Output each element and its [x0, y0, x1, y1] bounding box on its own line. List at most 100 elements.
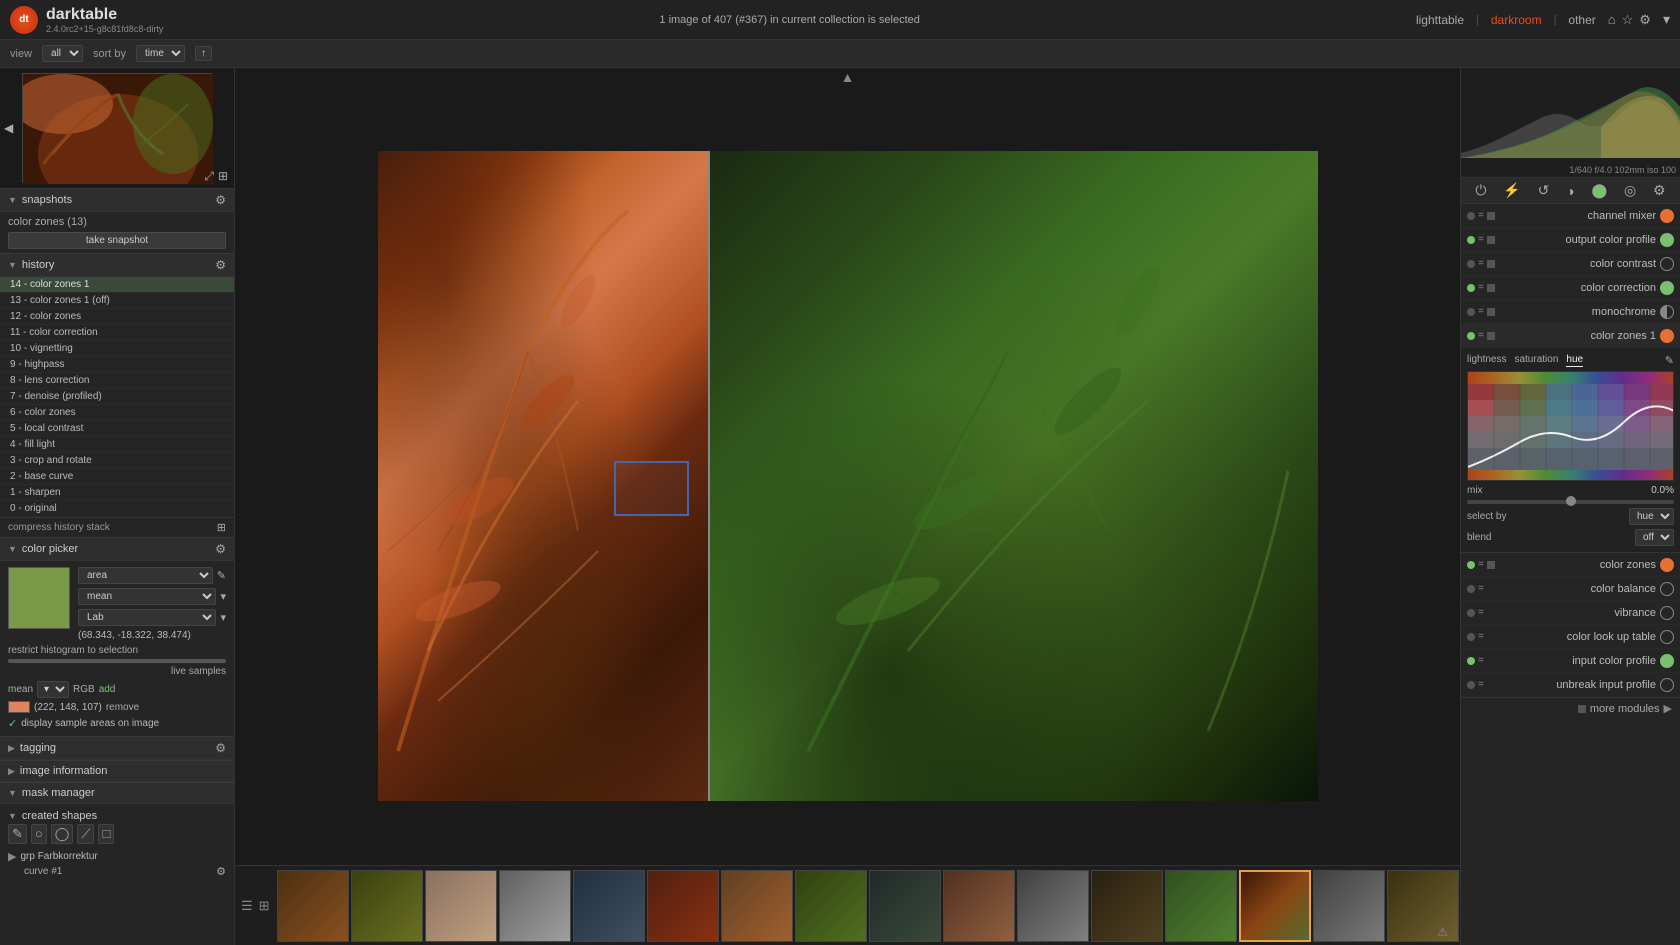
module-enable-dot[interactable]	[1467, 212, 1475, 220]
module-enable-dot[interactable]	[1467, 260, 1475, 268]
cz-blend-select[interactable]: off	[1635, 529, 1674, 546]
film-thumb[interactable]	[943, 870, 1015, 942]
module-enable-dot[interactable]	[1467, 633, 1475, 641]
mask-group-expand[interactable]: ▶	[8, 850, 16, 863]
history-item[interactable]: 3 - crop and rotate	[0, 453, 234, 469]
history-item[interactable]: 11 - color correction	[0, 325, 234, 341]
correct-icon[interactable]: ◑	[1566, 183, 1574, 199]
history-header[interactable]: ▼ history ⚙	[0, 253, 234, 277]
filmstrip-zoom-icon[interactable]: ⊞	[259, 898, 270, 914]
cz-selectby-select[interactable]: hue	[1629, 508, 1674, 525]
snapshots-settings-icon[interactable]: ⚙	[215, 193, 226, 207]
view-select[interactable]: all	[42, 45, 83, 62]
module-reset-sq[interactable]	[1487, 308, 1495, 316]
history-item[interactable]: 1 - sharpen	[0, 485, 234, 501]
module-badge[interactable]	[1660, 606, 1674, 620]
module-reset-sq[interactable]	[1487, 284, 1495, 292]
module-presets-icon[interactable]: =	[1478, 559, 1484, 570]
nav-darkroom[interactable]: darkroom	[1491, 13, 1542, 27]
film-thumb-active[interactable]	[1239, 870, 1311, 942]
module-enable-dot[interactable]	[1467, 308, 1475, 316]
lab-dropdown-icon[interactable]: ▾	[220, 611, 226, 624]
module-presets-icon[interactable]: =	[1478, 282, 1484, 293]
module-reset-sq[interactable]	[1487, 260, 1495, 268]
module-enable-dot[interactable]	[1467, 332, 1475, 340]
module-enable-dot[interactable]	[1467, 681, 1475, 689]
film-thumb[interactable]	[499, 870, 571, 942]
cz-tab-hue[interactable]: hue	[1566, 354, 1583, 367]
cz-tab-saturation[interactable]: saturation	[1514, 354, 1558, 367]
tagging-settings-icon[interactable]: ⚙	[215, 741, 226, 755]
cz-pencil-icon[interactable]: ✎	[1665, 354, 1674, 367]
film-thumb[interactable]	[795, 870, 867, 942]
module-enable-dot[interactable]	[1467, 561, 1475, 569]
expand-icon[interactable]: ▾	[1663, 11, 1670, 28]
module-reset-sq[interactable]	[1487, 332, 1495, 340]
history-item[interactable]: 12 - color zones	[0, 309, 234, 325]
more-modules[interactable]: more modules ▶	[1461, 697, 1680, 719]
star-icon[interactable]: ☆	[1622, 12, 1634, 28]
presets-icon[interactable]: ⚡	[1503, 182, 1520, 199]
module-badge[interactable]	[1660, 630, 1674, 644]
history-item[interactable]: 8 - lens correction	[0, 373, 234, 389]
history-item[interactable]: 13 - color zones 1 (off)	[0, 293, 234, 309]
module-enable-dot[interactable]	[1467, 236, 1475, 244]
module-badge[interactable]	[1660, 305, 1674, 319]
top-collapse-arrow[interactable]: ▲	[841, 69, 855, 85]
effects-icon[interactable]: ⚙	[1653, 182, 1666, 199]
history-item[interactable]: 4 - fill light	[0, 437, 234, 453]
module-badge[interactable]	[1660, 281, 1674, 295]
compress-icon[interactable]: ⊞	[217, 521, 226, 534]
filmstrip-grid-icon[interactable]: ☰	[241, 898, 253, 914]
filmstrip-warning-icon[interactable]: ⚠	[1437, 925, 1448, 939]
area-select[interactable]: area	[78, 567, 213, 584]
lab-select[interactable]: Lab	[78, 609, 216, 626]
thumb-expand-icon[interactable]: ⤢	[204, 169, 214, 184]
history-item[interactable]: 14 - color zones 1	[0, 277, 234, 293]
history-item[interactable]: 5 - local contrast	[0, 421, 234, 437]
nav-other[interactable]: other	[1568, 13, 1595, 27]
color-picker-settings-icon[interactable]: ⚙	[215, 542, 226, 556]
nav-lighttable[interactable]: lighttable	[1416, 13, 1464, 27]
split-line[interactable]	[708, 151, 710, 801]
live-samples-label[interactable]: live samples	[8, 666, 226, 677]
selection-box[interactable]	[614, 461, 689, 516]
gear-icon[interactable]: ⚙	[1639, 12, 1651, 28]
module-presets-icon[interactable]: =	[1478, 210, 1484, 221]
history-settings-icon[interactable]: ⚙	[215, 258, 226, 272]
created-shapes-header[interactable]: ▼ created shapes	[8, 808, 226, 824]
module-badge[interactable]	[1660, 209, 1674, 223]
checkbox-icon[interactable]: ✓	[8, 717, 17, 730]
film-thumb[interactable]	[647, 870, 719, 942]
take-snapshot-btn[interactable]: take snapshot	[8, 232, 226, 249]
module-badge[interactable]	[1660, 257, 1674, 271]
thumb-settings-icon[interactable]: ⊞	[218, 169, 228, 184]
history-item[interactable]: 2 - base curve	[0, 469, 234, 485]
module-badge[interactable]	[1660, 678, 1674, 692]
mean-dropdown-icon[interactable]: ▾	[220, 590, 226, 603]
history-item[interactable]: 10 - vignetting	[0, 341, 234, 357]
reset-icon[interactable]: ↺	[1538, 182, 1550, 199]
sort-direction-btn[interactable]: ↑	[195, 46, 212, 61]
module-presets-icon[interactable]: =	[1478, 258, 1484, 269]
remove-label[interactable]: remove	[106, 702, 139, 713]
cz-mix-slider[interactable]	[1467, 500, 1674, 504]
film-thumb[interactable]	[1165, 870, 1237, 942]
mask-manager-header[interactable]: ▼ mask manager	[0, 782, 234, 804]
cz-grid[interactable]	[1467, 371, 1674, 481]
add-label[interactable]: add	[99, 684, 116, 695]
histogram-slider[interactable]	[8, 659, 226, 663]
snapshots-header[interactable]: ▼ snapshots ⚙	[0, 188, 234, 212]
history-item[interactable]: 0 - original	[0, 501, 234, 517]
module-enable-dot[interactable]	[1467, 657, 1475, 665]
film-thumb[interactable]	[1017, 870, 1089, 942]
film-thumb[interactable]	[1313, 870, 1385, 942]
module-presets-icon[interactable]: =	[1478, 306, 1484, 317]
path-tool[interactable]: ⟋	[77, 824, 94, 844]
film-thumb[interactable]	[869, 870, 941, 942]
pencil-tool[interactable]: ✎	[8, 824, 27, 844]
film-thumb[interactable]	[277, 870, 349, 942]
rect-tool[interactable]: □	[98, 824, 114, 844]
image-container[interactable]	[235, 86, 1460, 865]
mask-sub-icon[interactable]: ⚙	[216, 865, 226, 878]
